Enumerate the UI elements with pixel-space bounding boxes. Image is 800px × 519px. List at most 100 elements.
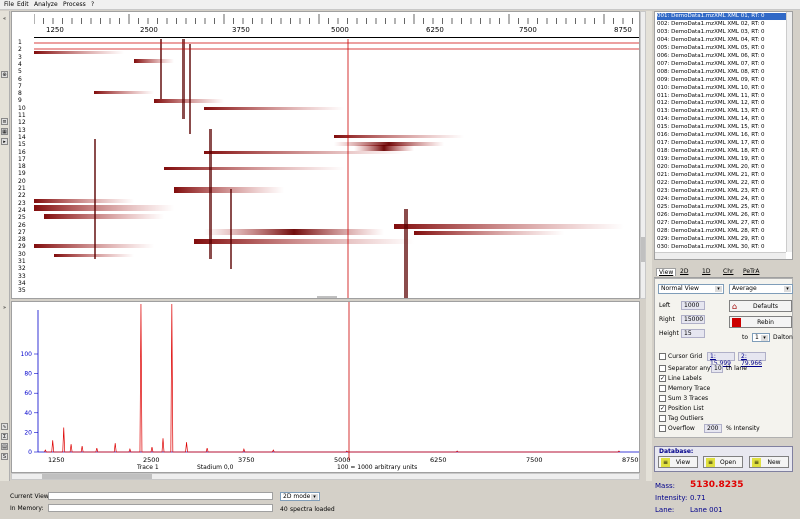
lane-label-23[interactable]: 23 [18, 200, 26, 207]
current-view-field[interactable] [48, 492, 273, 500]
sample-list-item[interactable]: 005: DemoData1.mzXML XML 05, RT: 0 [657, 45, 786, 52]
grid-icon[interactable]: ▦ [1, 128, 8, 135]
sample-list-item[interactable]: 013: DemoData1.mzXML XML 13, RT: 0 [657, 108, 786, 115]
lane-label-9[interactable]: 9 [18, 98, 22, 104]
lane-label-31[interactable]: 31 [18, 259, 26, 265]
lane-label-11[interactable]: 11 [18, 113, 26, 119]
defaults-button[interactable]: ⌂ Defaults [729, 300, 792, 312]
database-view-button[interactable]: ≡ View [658, 456, 698, 468]
dalton-select[interactable]: 1 ▾ [752, 333, 770, 342]
sample-list-item[interactable]: 017: DemoData1.mzXML XML 17, RT: 0 [657, 140, 786, 147]
sample-list-item[interactable]: 007: DemoData1.mzXML XML 07, RT: 0 [657, 61, 786, 68]
overflow-input[interactable]: 200 [704, 424, 722, 433]
lane-label-19[interactable]: 19 [18, 171, 26, 177]
sample-list-item[interactable]: 001: DemoData1.mzXML XML 01, RT: 0 [657, 13, 786, 20]
height-input[interactable]: 15 [681, 329, 705, 338]
spectrum-scroll-thumb[interactable] [42, 474, 152, 479]
gel-splitter-handle[interactable] [317, 296, 337, 298]
database-open-button[interactable]: ≡ Open [703, 456, 743, 468]
gel-view-panel[interactable]: 1250 2500 3750 5000 6250 7500 8750 12345… [11, 11, 640, 299]
sample-list-item[interactable]: 024: DemoData1.mzXML XML 24, RT: 0 [657, 196, 786, 203]
gel-image[interactable] [34, 39, 640, 299]
lane-label-1[interactable]: 1 [18, 40, 22, 46]
lane-label-20[interactable]: 20 [18, 178, 26, 185]
sample-list-item[interactable]: 006: DemoData1.mzXML XML 06, RT: 0 [657, 53, 786, 60]
collapse-down-icon[interactable]: » [1, 305, 8, 312]
sample-list-item[interactable]: 028: DemoData1.mzXML XML 28, RT: 0 [657, 228, 786, 235]
sample-list-item[interactable]: 026: DemoData1.mzXML XML 26, RT: 0 [657, 212, 786, 219]
sample-list-item[interactable]: 029: DemoData1.mzXML XML 29, RT: 0 [657, 236, 786, 243]
tab-2d[interactable]: 2D [678, 268, 690, 276]
gel-scroll-thumb[interactable] [641, 237, 645, 262]
right-input[interactable]: 15000 [681, 315, 705, 324]
lane-label-4[interactable]: 4 [18, 61, 22, 68]
lane-label-8[interactable]: 8 [18, 91, 22, 97]
line-labels-checkbox[interactable]: ✓ [659, 375, 666, 382]
sample-list-item[interactable]: 020: DemoData1.mzXML XML 20, RT: 0 [657, 164, 786, 171]
lane-label-28[interactable]: 28 [18, 237, 26, 243]
database-new-button[interactable]: ≡ New [749, 456, 789, 468]
lane-label-24[interactable]: 24 [18, 207, 26, 214]
lane-label-2[interactable]: 2 [18, 47, 22, 53]
lane-label-26[interactable]: 26 [18, 222, 26, 229]
collapse-up-icon[interactable]: « [1, 16, 8, 23]
separator-checkbox[interactable] [659, 365, 666, 372]
spectrum-plot[interactable]: 100 80 60 40 20 0 1250 2500 3750 5000 6250 7500 875… [12, 302, 640, 473]
lane-label-30[interactable]: 30 [18, 251, 26, 258]
left-input[interactable]: 1000 [681, 301, 705, 310]
sample-list-item[interactable]: 023: DemoData1.mzXML XML 23, RT: 0 [657, 188, 786, 195]
sample-list-vscroll[interactable] [786, 12, 792, 252]
cursor-grid-checkbox[interactable] [659, 353, 666, 360]
view-mode-select[interactable]: Normal View ▾ [658, 284, 724, 294]
sum-icon[interactable]: Σ [1, 433, 8, 440]
lane-label-17[interactable]: 17 [18, 156, 26, 163]
lane-label-33[interactable]: 33 [18, 273, 26, 280]
tab-view[interactable]: View [656, 268, 677, 276]
lane-label-25[interactable]: 25 [18, 215, 26, 221]
mode-select[interactable]: 2D mode ▾ [280, 492, 320, 501]
spectrum-panel[interactable]: 100 80 60 40 20 0 1250 2500 3750 5000 6250 7500 875… [11, 301, 640, 473]
lane-label-14[interactable]: 14 [18, 134, 26, 141]
overflow-checkbox[interactable] [659, 425, 666, 432]
sample-list-item[interactable]: 002: DemoData1.mzXML XML 02, RT: 0 [657, 21, 786, 28]
lane-label-10[interactable]: 10 [18, 105, 26, 112]
tab-petra[interactable]: PeTrA [741, 268, 761, 276]
tab-chr[interactable]: Chr [721, 268, 735, 276]
sample-list-item[interactable]: 009: DemoData1.mzXML XML 09, RT: 0 [657, 77, 786, 84]
lane-label-7[interactable]: 7 [18, 83, 22, 90]
lane-label-29[interactable]: 29 [18, 244, 26, 250]
lane-label-15[interactable]: 15 [18, 142, 26, 148]
sample-list-item[interactable]: 012: DemoData1.mzXML XML 12, RT: 0 [657, 100, 786, 107]
sample-list-item[interactable]: 003: DemoData1.mzXML XML 03, RT: 0 [657, 29, 786, 36]
trace-icon[interactable]: ∿ [1, 423, 8, 430]
position-list-checkbox[interactable]: ✓ [659, 405, 666, 412]
marker-icon[interactable]: ▸ [1, 138, 8, 145]
list-icon[interactable]: ≡ [1, 118, 8, 125]
save-icon[interactable]: S [1, 453, 8, 460]
sample-list-item[interactable]: 022: DemoData1.mzXML XML 22, RT: 0 [657, 180, 786, 187]
menu-analyze[interactable]: Analyze [34, 1, 58, 8]
menu-process[interactable]: Process [63, 1, 86, 8]
sample-list-item[interactable]: 030: DemoData1.mzXML XML 30, RT: 0 [657, 244, 786, 251]
separator-input[interactable]: 10 [711, 364, 723, 373]
menu-file[interactable]: File [4, 1, 14, 8]
menu-help[interactable]: ? [91, 1, 94, 8]
sample-list-item[interactable]: 027: DemoData1.mzXML XML 27, RT: 0 [657, 220, 786, 227]
sample-list-item[interactable]: 010: DemoData1.mzXML XML 10, RT: 0 [657, 85, 786, 92]
sample-list[interactable]: 001: DemoData1.mzXML XML 01, RT: 0 002: D… [654, 11, 793, 260]
lane-label-13[interactable]: 13 [18, 127, 26, 134]
lane-label-32[interactable]: 32 [18, 266, 26, 272]
zoom-icon[interactable]: ⊕ [1, 71, 8, 78]
lane-label-6[interactable]: 6 [18, 76, 22, 83]
sum-traces-checkbox[interactable] [659, 395, 666, 402]
sample-list-hscroll[interactable] [655, 252, 786, 259]
tag-outliers-checkbox[interactable] [659, 415, 666, 422]
cursor-grid-2-input[interactable]: 2: 79.966 [738, 352, 766, 367]
sample-list-item[interactable]: 014: DemoData1.mzXML XML 14, RT: 0 [657, 116, 786, 123]
right-splitter[interactable] [646, 11, 652, 481]
sample-list-item[interactable]: 019: DemoData1.mzXML XML 19, RT: 0 [657, 156, 786, 163]
memory-trace-checkbox[interactable] [659, 385, 666, 392]
lane-label-3[interactable]: 3 [18, 54, 22, 61]
lane-label-12[interactable]: 12 [18, 120, 26, 126]
sample-list-item[interactable]: 025: DemoData1.mzXML XML 25, RT: 0 [657, 204, 786, 211]
